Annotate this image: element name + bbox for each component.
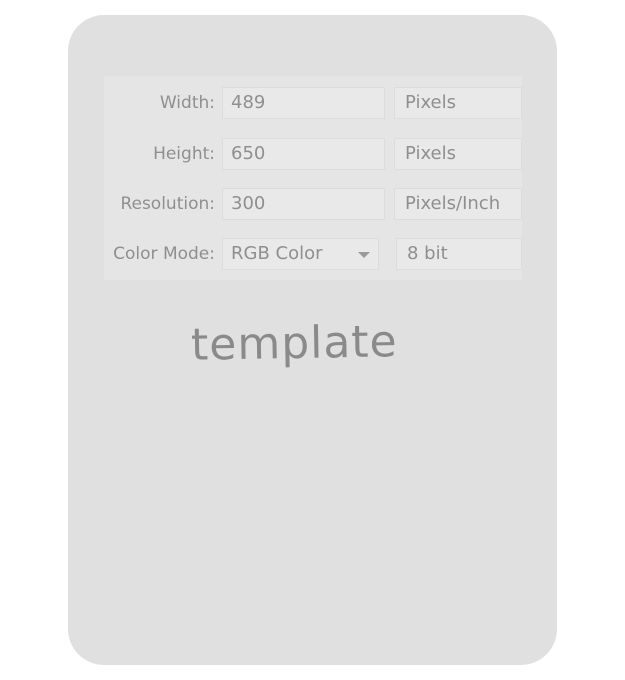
resolution-label: Resolution: [120, 194, 215, 214]
height-label: Height: [153, 144, 215, 164]
color-mode-select[interactable]: RGB Color [222, 238, 379, 270]
resolution-unit-select[interactable]: Pixels/Inch [394, 188, 522, 220]
color-mode-value: RGB Color [231, 243, 323, 264]
chevron-down-icon[interactable] [358, 252, 370, 258]
bit-depth-select[interactable]: 8 bit [396, 238, 522, 270]
width-row: Width: 489 Pixels [104, 85, 522, 121]
height-input[interactable]: 650 [222, 138, 385, 170]
canvas-settings-panel: Width: 489 Pixels Height: 650 Pixels Res… [104, 76, 522, 280]
width-label: Width: [159, 93, 215, 113]
resolution-input[interactable]: 300 [222, 188, 385, 220]
width-unit-select[interactable]: Pixels [394, 87, 522, 119]
resolution-row: Resolution: 300 Pixels/Inch [104, 186, 522, 222]
template-watermark: template [190, 316, 399, 371]
height-unit-select[interactable]: Pixels [394, 138, 522, 170]
width-input[interactable]: 489 [222, 87, 385, 119]
color-mode-row: Color Mode: RGB Color 8 bit [104, 236, 522, 272]
height-row: Height: 650 Pixels [104, 136, 522, 172]
color-mode-label: Color Mode: [113, 244, 215, 264]
